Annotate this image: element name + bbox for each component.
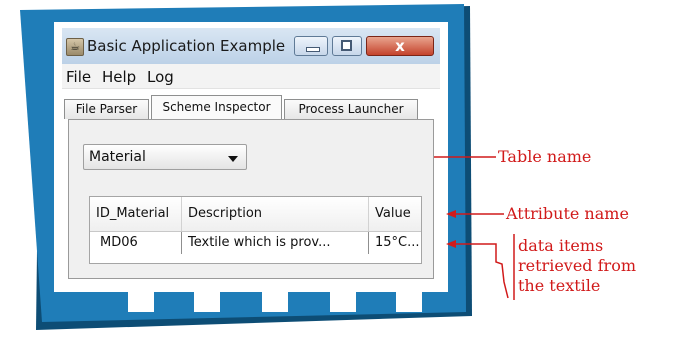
device-button-5[interactable] xyxy=(396,290,422,312)
menu-file[interactable]: File xyxy=(66,68,91,86)
column-header-id[interactable]: ID_Material xyxy=(90,197,182,231)
cell-description[interactable]: Textile which is prov... xyxy=(182,232,369,254)
annotation-data-items-line-2: retrieved from xyxy=(518,256,636,275)
chevron-down-icon xyxy=(228,156,238,162)
annotation-table-name: Table name xyxy=(498,147,592,166)
table-row[interactable]: MD06 Textile which is prov... 15°C... xyxy=(90,232,421,254)
cell-value[interactable]: 15°C... xyxy=(369,232,422,254)
maximize-icon xyxy=(341,40,352,51)
close-icon: x xyxy=(395,37,405,55)
window-title: Basic Application Example xyxy=(87,37,286,55)
data-table: ID_Material Description Value MD06 Texti… xyxy=(89,196,422,264)
application-window: ☕ Basic Application Example x File Help … xyxy=(62,28,440,286)
cell-id[interactable]: MD06 xyxy=(90,232,182,254)
tab-file-parser[interactable]: File Parser xyxy=(64,99,149,119)
close-button[interactable]: x xyxy=(366,36,434,56)
device-button-4[interactable] xyxy=(330,290,356,312)
title-bar[interactable]: ☕ Basic Application Example x xyxy=(62,28,440,64)
bracket-data-items xyxy=(486,243,509,299)
annotation-data-items-line-3: the textile xyxy=(518,276,601,295)
java-app-icon: ☕ xyxy=(66,38,84,56)
column-header-description[interactable]: Description xyxy=(182,197,369,231)
device-button-1[interactable] xyxy=(128,290,154,312)
tab-strip: File Parser Scheme Inspector Process Lau… xyxy=(62,94,440,120)
table-select[interactable]: Material xyxy=(83,144,247,170)
column-header-value[interactable]: Value xyxy=(369,197,422,231)
minimize-icon xyxy=(306,47,320,52)
minimize-button[interactable] xyxy=(294,36,328,56)
menu-bar: File Help Log xyxy=(62,64,440,89)
table-select-value: Material xyxy=(89,149,146,165)
table-header-row: ID_Material Description Value xyxy=(90,197,421,232)
tab-scheme-inspector[interactable]: Scheme Inspector xyxy=(151,95,282,120)
annotation-attribute-name: Attribute name xyxy=(506,204,629,223)
annotation-data-items: data items retrieved from the textile xyxy=(518,236,636,296)
tab-process-launcher[interactable]: Process Launcher xyxy=(284,99,418,119)
scheme-inspector-panel: Material ID_Material Description Value M… xyxy=(68,119,434,279)
maximize-button[interactable] xyxy=(332,36,362,56)
annotation-data-items-line-1: data items xyxy=(518,236,604,255)
device-button-3[interactable] xyxy=(262,290,288,312)
device-button-2[interactable] xyxy=(194,290,220,312)
menu-help[interactable]: Help xyxy=(102,68,136,86)
menu-log[interactable]: Log xyxy=(147,68,174,86)
